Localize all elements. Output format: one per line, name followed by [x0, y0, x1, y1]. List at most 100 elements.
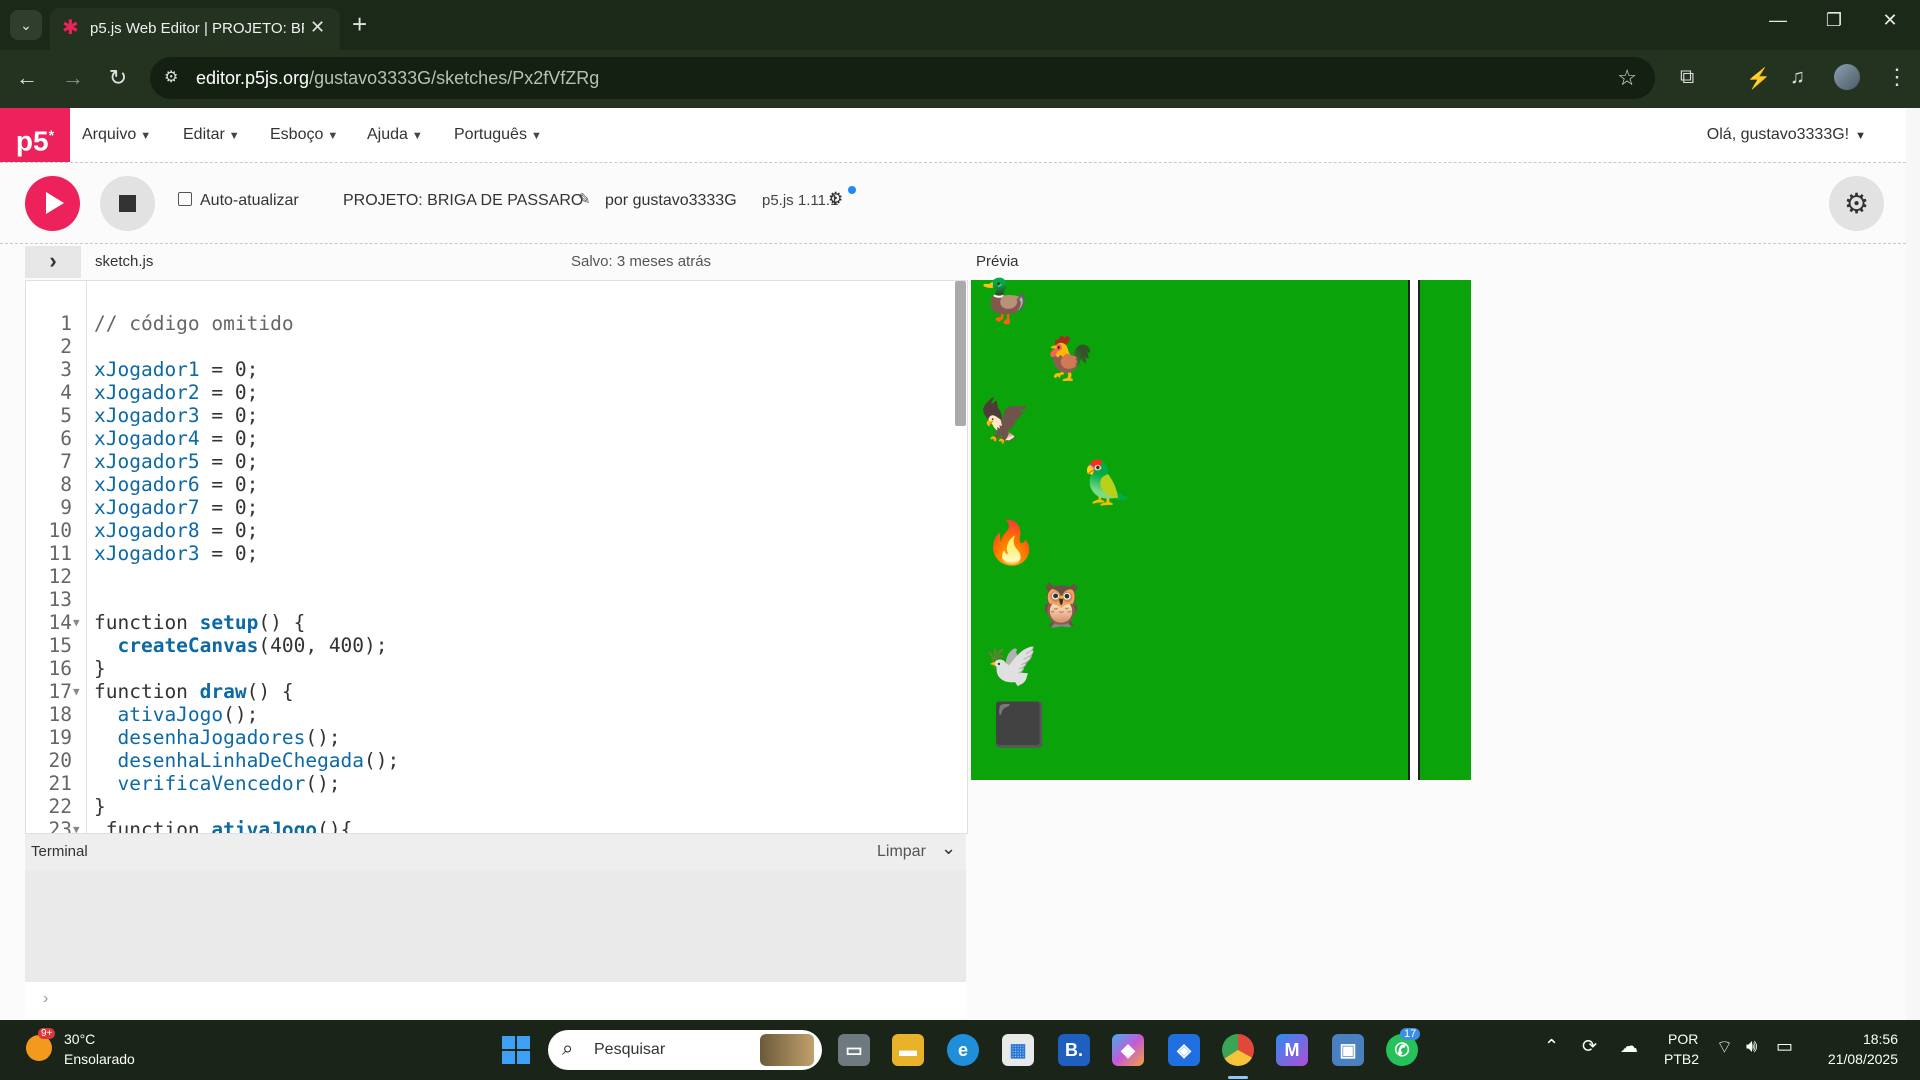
- code-line[interactable]: 2: [26, 335, 967, 358]
- site-info-icon[interactable]: ⚙: [164, 67, 178, 87]
- code-text[interactable]: xJogador8 = 0;: [94, 519, 258, 542]
- fold-arrow-icon[interactable]: ▼: [73, 611, 80, 634]
- preview-canvas[interactable]: 🦆 🐓 🦅 🦜 🔥 🦉 🕊️ ⬛: [971, 280, 1471, 780]
- volume-icon[interactable]: 🔊︎: [1746, 1036, 1757, 1057]
- menu-ajuda[interactable]: Ajuda ▼: [367, 126, 423, 144]
- code-line[interactable]: 14 ▼ function setup() {: [26, 611, 967, 634]
- tab-search-button[interactable]: ⌄: [10, 10, 42, 40]
- code-line[interactable]: 17 ▼ function draw() {: [26, 680, 967, 703]
- code-line[interactable]: 20 desenhaLinhaDeChegada();: [26, 749, 967, 772]
- play-button[interactable]: [25, 176, 80, 231]
- editor-scrollbar[interactable]: [955, 281, 966, 426]
- extensions-icon[interactable]: ⧉: [1680, 66, 1694, 89]
- clear-console-button[interactable]: Limpar: [877, 843, 926, 861]
- code-text[interactable]: // código omitido: [94, 312, 294, 335]
- code-line[interactable]: 10 xJogador8 = 0;: [26, 519, 967, 542]
- remote-desktop-icon[interactable]: ▣: [1332, 1034, 1364, 1066]
- chrome-icon[interactable]: [1222, 1034, 1254, 1066]
- code-line[interactable]: 22}: [26, 795, 967, 818]
- reload-button[interactable]: ↻: [103, 64, 133, 92]
- temperature[interactable]: 30°C: [64, 1031, 95, 1047]
- profile-avatar[interactable]: [1834, 64, 1860, 90]
- project-name[interactable]: PROJETO: BRIGA DE PASSARO: [343, 192, 583, 210]
- code-line[interactable]: 16}: [26, 657, 967, 680]
- settings-gear-button[interactable]: ⚙: [1829, 176, 1884, 231]
- code-lines[interactable]: 1 // código omitido 2 3 xJogador1 = 0; 4 xJoga…: [26, 312, 967, 833]
- edge-icon[interactable]: e: [947, 1034, 979, 1066]
- code-editor[interactable]: 1 // código omitido 2 3 xJogador1 = 0; 4 xJoga…: [25, 280, 968, 834]
- code-line[interactable]: 6 xJogador4 = 0;: [26, 427, 967, 450]
- p5-version[interactable]: p5.js 1.11.1: [762, 192, 838, 209]
- code-text[interactable]: verificaVencedor();: [94, 772, 340, 795]
- code-text[interactable]: xJogador1 = 0;: [94, 358, 258, 381]
- booking-icon[interactable]: B.: [1058, 1034, 1090, 1066]
- code-text[interactable]: function ativaJogo(){: [94, 818, 353, 833]
- code-text[interactable]: }: [94, 795, 106, 818]
- window-close-button[interactable]: ✕: [1870, 10, 1910, 31]
- microsoft365-icon[interactable]: M: [1276, 1034, 1308, 1066]
- language-indicator[interactable]: POR: [1668, 1031, 1698, 1047]
- tray-chevron-up-icon[interactable]: ⌃: [1544, 1036, 1559, 1057]
- bookmark-star-icon[interactable]: ☆: [1617, 65, 1637, 91]
- restore-button[interactable]: ❐: [1814, 10, 1854, 31]
- browser-menu-icon[interactable]: ⋮: [1886, 64, 1908, 90]
- code-line[interactable]: 8 xJogador6 = 0;: [26, 473, 967, 496]
- code-text[interactable]: xJogador5 = 0;: [94, 450, 258, 473]
- code-text[interactable]: desenhaJogadores();: [94, 726, 340, 749]
- code-text[interactable]: function draw() {: [94, 680, 294, 703]
- code-text[interactable]: desenhaLinhaDeChegada();: [94, 749, 399, 772]
- store-icon[interactable]: ▦: [1002, 1034, 1034, 1066]
- stop-button[interactable]: [100, 176, 155, 231]
- user-menu[interactable]: Olá, gustavo3333G! ▼: [1707, 126, 1866, 144]
- code-line[interactable]: 3 xJogador1 = 0;: [26, 358, 967, 381]
- auto-refresh-checkbox[interactable]: Auto-atualizar: [178, 192, 299, 210]
- code-line[interactable]: 5 xJogador3 = 0;: [26, 404, 967, 427]
- code-text[interactable]: xJogador6 = 0;: [94, 473, 258, 496]
- code-line[interactable]: 1 // código omitido: [26, 312, 967, 335]
- menu-esboco[interactable]: Esboço ▼: [270, 126, 338, 144]
- back-button[interactable]: ←: [12, 64, 42, 92]
- minimize-button[interactable]: —: [1758, 10, 1798, 31]
- version-gear-icon[interactable]: ⚙: [828, 189, 843, 209]
- code-text[interactable]: }: [94, 657, 106, 680]
- clock-time[interactable]: 18:56: [1812, 1031, 1898, 1047]
- fold-arrow-icon[interactable]: ▼: [73, 818, 80, 833]
- taskbar-search[interactable]: ⌕ Pesquisar: [548, 1030, 822, 1070]
- menu-language[interactable]: Português ▼: [454, 126, 542, 144]
- media-control-icon[interactable]: ♫: [1790, 66, 1805, 89]
- code-line[interactable]: 4 xJogador2 = 0;: [26, 381, 967, 404]
- new-tab-button[interactable]: +: [352, 10, 367, 38]
- code-text[interactable]: function setup() {: [94, 611, 305, 634]
- code-text[interactable]: xJogador3 = 0;: [94, 542, 258, 565]
- chevron-down-icon[interactable]: ⌄: [941, 838, 956, 859]
- code-line[interactable]: 11 xJogador3 = 0;: [26, 542, 967, 565]
- forward-button[interactable]: →: [58, 64, 88, 92]
- onedrive-icon[interactable]: ☁: [1620, 1036, 1638, 1057]
- code-line[interactable]: 15 createCanvas(400, 400);: [26, 634, 967, 657]
- wifi-icon[interactable]: ⌔: [1716, 1036, 1733, 1059]
- code-line[interactable]: 18 ativaJogo();: [26, 703, 967, 726]
- code-text[interactable]: xJogador4 = 0;: [94, 427, 258, 450]
- copilot-icon[interactable]: ◆: [1112, 1034, 1144, 1066]
- address-bar[interactable]: ⚙ editor.p5js.org/gustavo3333G/sketches/…: [150, 57, 1655, 99]
- code-line[interactable]: 12: [26, 565, 967, 588]
- sync-icon[interactable]: ⟳: [1582, 1036, 1597, 1057]
- edit-pencil-icon[interactable]: ✎: [578, 190, 591, 208]
- windows-start-icon[interactable]: [502, 1036, 530, 1064]
- close-icon[interactable]: ✕: [310, 17, 325, 38]
- code-line[interactable]: 7 xJogador5 = 0;: [26, 450, 967, 473]
- file-explorer-icon[interactable]: ▬: [892, 1034, 924, 1066]
- performance-icon[interactable]: ⚡: [1746, 66, 1771, 91]
- code-text[interactable]: xJogador3 = 0;: [94, 404, 258, 427]
- keyboard-layout[interactable]: PTB2: [1664, 1051, 1699, 1067]
- menu-arquivo[interactable]: Arquivo ▼: [82, 126, 151, 144]
- code-text[interactable]: createCanvas(400, 400);: [94, 634, 387, 657]
- code-line[interactable]: 23 ▼ function ativaJogo(){: [26, 818, 967, 833]
- terminal-input[interactable]: ›: [25, 982, 966, 1018]
- expand-sidebar-button[interactable]: ›: [25, 246, 81, 278]
- weather-condition[interactable]: Ensolarado: [64, 1051, 135, 1067]
- fold-arrow-icon[interactable]: ▼: [73, 680, 80, 703]
- code-line[interactable]: 9 xJogador7 = 0;: [26, 496, 967, 519]
- author-link[interactable]: por gustavo3333G: [605, 192, 737, 210]
- code-line[interactable]: 13: [26, 588, 967, 611]
